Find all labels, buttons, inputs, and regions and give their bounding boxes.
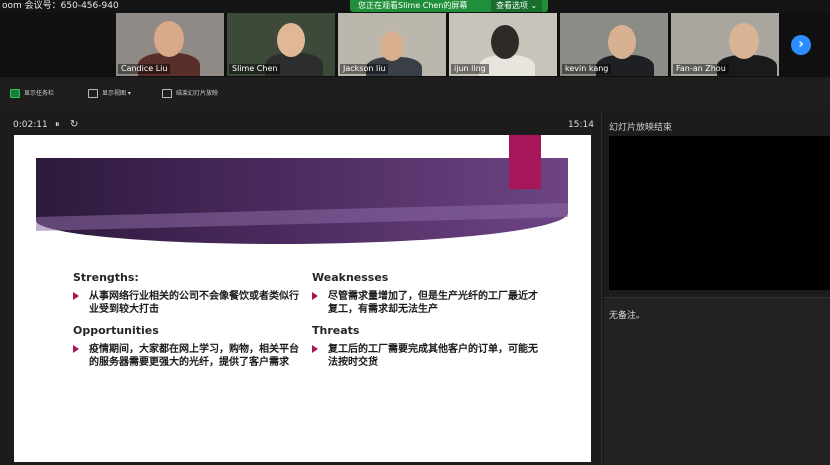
weaknesses-title: Weaknesses: [312, 271, 389, 284]
video-tile[interactable]: kevin kang: [560, 13, 668, 76]
next-slide-preview[interactable]: [609, 136, 830, 290]
video-tile[interactable]: Jackson liu: [338, 13, 446, 76]
presenter-controls: 0:02:11 ⏸ ↻ 15:14: [0, 118, 600, 134]
weaknesses-section: Weaknesses 尽管需求量增加了，但是生产光纤的工厂最近才复工，有需求却无…: [312, 271, 542, 316]
threats-section: Threats 复工后的工厂需要完成其他客户的订单，可能无法按时交货: [312, 324, 542, 369]
threats-text: 复工后的工厂需要完成其他客户的订单，可能无法按时交货: [328, 344, 538, 368]
speaker-notes-area[interactable]: 无备注。: [604, 297, 830, 465]
participant-face: [608, 25, 636, 59]
participant-name: kevin kang: [562, 64, 612, 74]
end-show-icon: [162, 89, 172, 98]
threats-title: Threats: [312, 324, 360, 337]
show-taskbar-label: 显示任务栏: [24, 90, 55, 97]
triangle-bullet-icon: [312, 292, 318, 300]
opportunities-text: 疫情期间，大家都在网上学习，购物，相关平台的服务器需要更强大的光纤，提供了客户需…: [89, 344, 299, 368]
list-item: 从事网络行业相关的公司不会像餐饮或者类似行业受到较大打击: [73, 290, 303, 316]
presenter-toolbar: 显示任务栏 显示视图 ▾ 结束幻灯片放映: [0, 78, 830, 110]
strengths-text: 从事网络行业相关的公司不会像餐饮或者类似行业受到较大打击: [89, 291, 299, 315]
slide-title-banner: [36, 158, 568, 244]
participant-name: Fan-an Zhou: [673, 64, 729, 74]
meeting-id: oom 会议号：650-456-940: [2, 1, 119, 11]
display-settings-button[interactable]: 显示视图 ▾: [88, 87, 131, 101]
list-item: 尽管需求量增加了，但是生产光纤的工厂最近才复工，有需求却无法生产: [312, 290, 542, 316]
display-icon: [88, 89, 98, 98]
participant-face: [491, 25, 519, 59]
meeting-top-bar: oom 会议号：650-456-940 您正在观看Slime Chen的屏幕 查…: [0, 0, 830, 13]
strengths-title: Strengths:: [73, 271, 139, 284]
list-item: 疫情期间，大家都在网上学习，购物，相关平台的服务器需要更强大的光纤，提供了客户需…: [73, 343, 303, 369]
show-taskbar-button[interactable]: 显示任务栏: [10, 87, 54, 101]
video-tile[interactable]: Fan-an Zhou: [671, 13, 779, 76]
triangle-bullet-icon: [312, 345, 318, 353]
participant-gallery: Candice Liu Slime Chen Jackson liu ijun …: [0, 13, 830, 77]
video-tile[interactable]: Slime Chen: [227, 13, 335, 76]
triangle-bullet-icon: [73, 345, 79, 353]
end-slideshow-label: 结束幻灯片放映: [176, 90, 219, 97]
participant-name: Slime Chen: [229, 64, 281, 74]
end-slideshow-button[interactable]: 结束幻灯片放映: [162, 87, 218, 101]
participant-name: Jackson liu: [340, 64, 389, 74]
participant-name: Candice Liu: [118, 64, 171, 74]
restart-icon[interactable]: ↻: [70, 119, 78, 130]
current-slide: Strengths: 从事网络行业相关的公司不会像餐饮或者类似行业受到较大打击 …: [14, 135, 591, 462]
participant-face: [154, 21, 184, 57]
opportunities-title: Opportunities: [73, 324, 159, 337]
slide-accent-block: [509, 135, 541, 189]
video-tile[interactable]: Candice Liu: [116, 13, 224, 76]
next-slide-label: 幻灯片放映结束: [609, 123, 673, 133]
list-item: 复工后的工厂需要完成其他客户的订单，可能无法按时交货: [312, 343, 542, 369]
triangle-bullet-icon: [73, 292, 79, 300]
pane-divider[interactable]: [601, 112, 602, 464]
speaker-notes: 无备注。: [609, 311, 646, 321]
taskbar-icon: [10, 89, 20, 98]
participant-face: [380, 31, 404, 61]
current-time: 15:14: [568, 120, 594, 130]
participant-face: [277, 23, 305, 57]
next-page-button[interactable]: ›: [791, 35, 811, 55]
pause-icon[interactable]: ⏸: [55, 120, 60, 130]
participant-name: ijun ling: [451, 64, 489, 74]
viewing-screen-text: 您正在观看Slime Chen的屏幕: [358, 1, 468, 10]
elapsed-timer: 0:02:11: [13, 120, 48, 130]
view-options-button[interactable]: 查看选项 ⌄: [491, 0, 543, 12]
chevron-right-icon: ›: [798, 37, 804, 52]
participant-face: [729, 23, 759, 59]
weaknesses-text: 尽管需求量增加了，但是生产光纤的工厂最近才复工，有需求却无法生产: [328, 291, 538, 315]
strengths-section: Strengths: 从事网络行业相关的公司不会像餐饮或者类似行业受到较大打击: [73, 271, 303, 316]
video-tile[interactable]: ijun ling: [449, 13, 557, 76]
opportunities-section: Opportunities 疫情期间，大家都在网上学习，购物，相关平台的服务器需…: [73, 324, 303, 369]
display-settings-label: 显示视图 ▾: [102, 90, 131, 97]
